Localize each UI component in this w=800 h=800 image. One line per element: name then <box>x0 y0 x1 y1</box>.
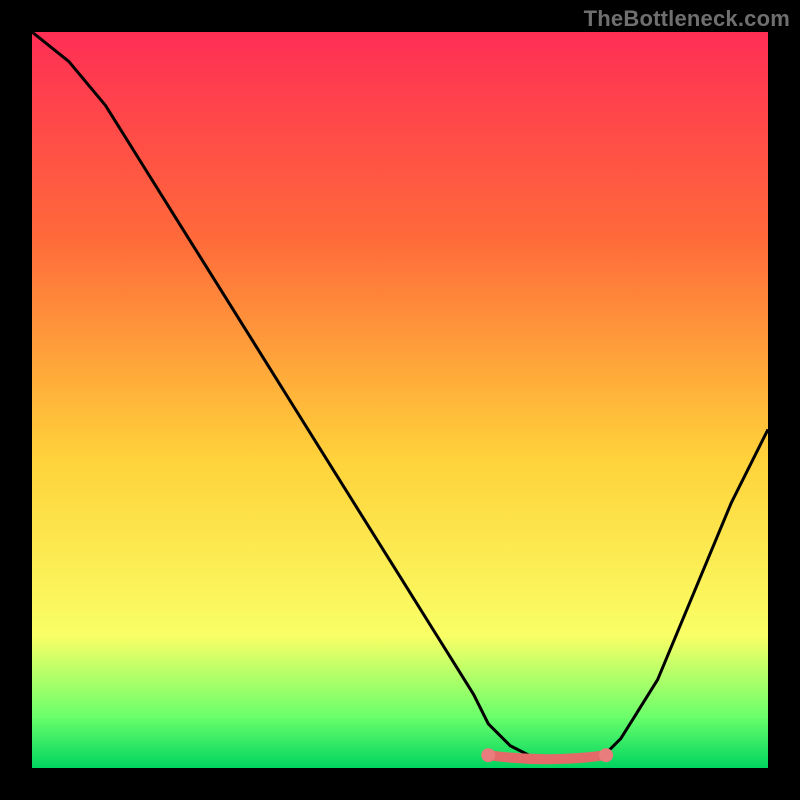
accent-min-segment <box>488 755 606 759</box>
gradient-background <box>32 32 768 768</box>
accent-end-dot-right <box>599 748 613 762</box>
watermark-text: TheBottleneck.com <box>584 6 790 32</box>
chart-frame <box>32 32 768 768</box>
accent-end-dot-left <box>481 748 495 762</box>
chart-svg <box>32 32 768 768</box>
